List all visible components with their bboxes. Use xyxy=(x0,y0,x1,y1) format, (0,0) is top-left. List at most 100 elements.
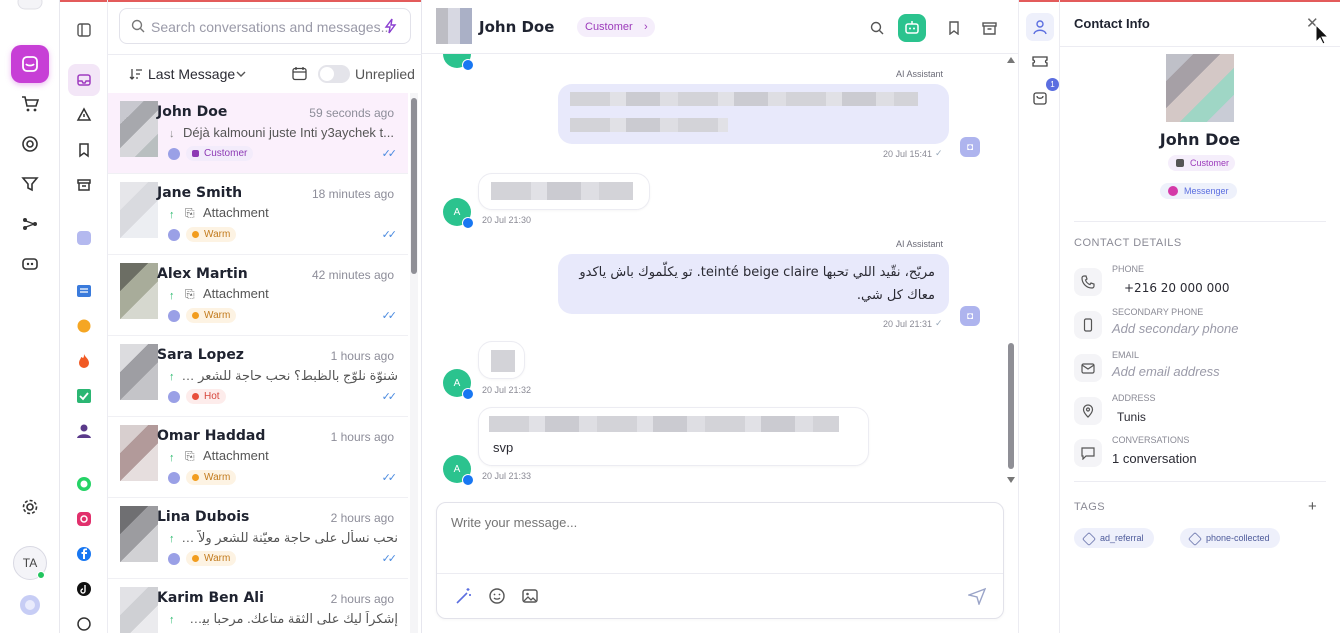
all-inbox-channel[interactable] xyxy=(68,64,100,96)
tickets-tab-button[interactable] xyxy=(1026,47,1054,75)
conversation-time: 2 hours ago xyxy=(330,511,394,525)
email-label: EMAIL xyxy=(1112,350,1140,360)
archive-icon xyxy=(981,21,997,35)
alerts-channel[interactable] xyxy=(74,105,94,125)
image-upload-button[interactable] xyxy=(519,585,541,607)
conversations-detail[interactable]: CONVERSATIONS 1 conversation xyxy=(1074,435,1326,475)
address-value: Tunis xyxy=(1117,410,1146,424)
bot-toggle-button[interactable] xyxy=(898,14,926,42)
send-button[interactable] xyxy=(966,585,988,607)
conversation-item[interactable]: Omar Haddad 1 hours ago ↑ ⎘ Attachment W… xyxy=(108,417,408,498)
contact-info-panel: Contact Info ✕ John Doe Customer Messeng… xyxy=(1060,0,1340,633)
secondary-phone-detail[interactable]: SECONDARY PHONE Add secondary phone xyxy=(1074,307,1326,347)
scroll-up-arrow-icon[interactable] xyxy=(1006,56,1016,64)
sun-icon xyxy=(77,319,91,333)
news-channel[interactable] xyxy=(74,281,94,301)
conversation-time: 59 seconds ago xyxy=(309,106,394,120)
inbox-icon xyxy=(22,56,38,72)
customer-badge[interactable]: Customer xyxy=(1168,155,1236,171)
chat-panel: John Doe Customer› AI Assistant 20 Jul xyxy=(422,0,1018,633)
conversation-item[interactable]: Karim Ben Ali 2 hours ago ↑ إشكراً ليك ع… xyxy=(108,579,408,633)
add-tag-button[interactable]: + xyxy=(1308,498,1317,515)
chat-contact-name[interactable]: John Doe xyxy=(479,18,554,36)
tag-chip[interactable]: ad_referral xyxy=(1074,528,1154,548)
chat-channel[interactable] xyxy=(74,614,94,633)
facebook-icon xyxy=(462,474,474,486)
bookmark-button[interactable] xyxy=(940,14,968,42)
warm-leads-channel[interactable] xyxy=(74,316,94,336)
customers-channel[interactable] xyxy=(74,421,94,441)
bot-avatar-icon xyxy=(168,472,180,484)
incoming-message-bubble xyxy=(478,341,525,379)
check-square-icon xyxy=(77,389,91,403)
funnel-icon xyxy=(21,177,39,192)
read-check-icon: ✓✓ xyxy=(381,553,398,565)
unreplied-toggle[interactable] xyxy=(318,65,350,83)
conversation-list-panel: Search conversations and messages... Las… xyxy=(108,0,422,633)
instagram-channel[interactable] xyxy=(74,509,94,529)
ai-search-icon[interactable] xyxy=(383,18,399,34)
contact-tab-button[interactable] xyxy=(1026,13,1054,41)
archive-button[interactable] xyxy=(975,14,1003,42)
contact-details-heading: CONTACT DETAILS xyxy=(1074,237,1182,249)
email-detail[interactable]: EMAIL Add email address xyxy=(1074,350,1326,390)
chat-contact-avatar[interactable] xyxy=(436,8,472,44)
outgoing-arrow-icon: ↑ xyxy=(169,371,175,383)
message-composer xyxy=(436,502,1004,619)
ai-bot-icon xyxy=(77,231,91,245)
chevron-down-icon[interactable] xyxy=(236,69,246,79)
rail-top-button[interactable] xyxy=(11,0,49,22)
user-avatar: A xyxy=(443,369,474,400)
tag-chip[interactable]: phone-collected xyxy=(1180,528,1280,548)
scroll-down-arrow-icon[interactable] xyxy=(1006,476,1016,484)
email-field[interactable]: Add email address xyxy=(1112,364,1220,379)
chat-search-button[interactable] xyxy=(863,14,891,42)
list-scrollbar-thumb[interactable] xyxy=(411,98,417,274)
phone-detail[interactable]: PHONE +216 20 000 000 xyxy=(1074,264,1326,304)
conversation-item[interactable]: Jane Smith 18 minutes ago ↑ ⎘ Attachment… xyxy=(108,174,408,255)
bot-nav-button[interactable] xyxy=(11,245,49,283)
archive-icon xyxy=(77,179,91,191)
tiktok-channel[interactable] xyxy=(74,579,94,599)
conversation-item[interactable]: John Doe 59 seconds ago ↓ Déjà kalmouni … xyxy=(108,93,408,174)
sort-dropdown[interactable]: Last Message xyxy=(148,66,235,82)
settings-nav-button[interactable] xyxy=(11,488,49,526)
facebook-channel[interactable] xyxy=(74,544,94,564)
inbox-nav-button[interactable] xyxy=(11,45,49,83)
search-box[interactable]: Search conversations and messages... xyxy=(119,8,411,44)
location-pin-icon xyxy=(1074,397,1102,425)
ai-channel[interactable] xyxy=(74,228,94,248)
assistant-orb-icon xyxy=(20,595,40,615)
archive-channel[interactable] xyxy=(74,175,94,195)
hot-leads-channel[interactable] xyxy=(74,351,94,371)
search-input[interactable]: Search conversations and messages... xyxy=(151,19,392,35)
ai-magic-button[interactable] xyxy=(453,585,475,607)
orders-nav-button[interactable] xyxy=(11,85,49,123)
chat-scrollbar-thumb[interactable] xyxy=(1008,343,1014,469)
filter-nav-button[interactable] xyxy=(11,165,49,203)
assistant-orb-button[interactable] xyxy=(11,586,49,624)
conversations-value: 1 conversation xyxy=(1112,451,1197,466)
conversation-item[interactable]: Alex Martin 42 minutes ago ↑ ⎘ Attachmen… xyxy=(108,255,408,336)
support-nav-button[interactable] xyxy=(11,125,49,163)
secondary-phone-field[interactable]: Add secondary phone xyxy=(1112,321,1238,336)
ai-assistant-label: AI Assistant xyxy=(896,69,944,79)
sidebar-toggle-icon[interactable] xyxy=(74,20,94,40)
conversation-item[interactable]: Sara Lopez 1 hours ago ↑ شنوّة نلوّج بال… xyxy=(108,336,408,417)
paperclip-icon: ⎘ xyxy=(185,206,195,220)
chat-bubble-icon xyxy=(1074,439,1102,467)
conversation-item[interactable]: Lina Dubois 2 hours ago ↑ نحب نسأل على ح… xyxy=(108,498,408,579)
flows-nav-button[interactable] xyxy=(11,205,49,243)
message-input[interactable] xyxy=(451,515,971,530)
address-detail[interactable]: ADDRESS Tunis xyxy=(1074,393,1326,433)
whatsapp-channel[interactable] xyxy=(74,474,94,494)
calendar-icon[interactable] xyxy=(292,66,307,81)
outgoing-arrow-icon: ↑ xyxy=(169,209,175,221)
emoji-button[interactable] xyxy=(486,585,508,607)
message-text: svp xyxy=(493,440,514,455)
done-channel[interactable] xyxy=(74,386,94,406)
divider xyxy=(1060,46,1340,47)
incoming-arrow-icon: ↓ xyxy=(169,128,175,140)
chat-customer-badge[interactable]: Customer › xyxy=(577,17,655,37)
saved-channel[interactable] xyxy=(74,140,94,160)
